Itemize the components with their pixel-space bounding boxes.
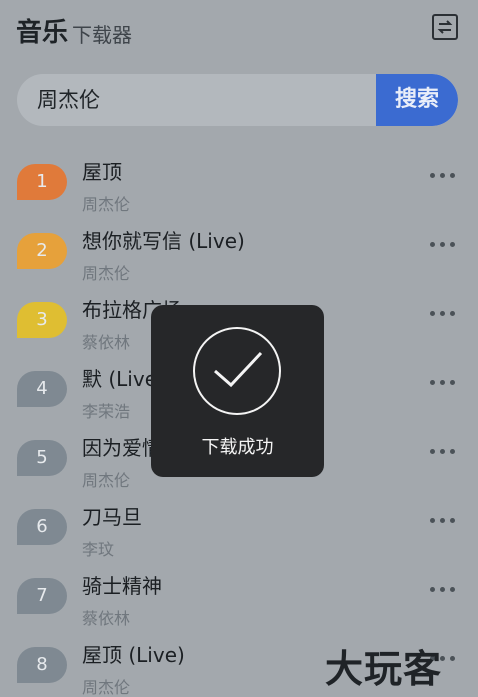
rank-badge: 3 (17, 302, 67, 338)
list-item[interactable]: 7 骑士精神 蔡依林 (0, 554, 478, 628)
more-options-icon[interactable] (430, 587, 456, 595)
header: 音乐 下载器 (0, 0, 478, 60)
search-input[interactable]: 周杰伦 (37, 86, 367, 114)
song-title: 默 (Live (82, 367, 157, 391)
switch-icon (437, 20, 453, 34)
watermark: 大玩客 (325, 647, 443, 691)
rank-badge: 7 (17, 578, 67, 614)
app-screen: 音乐 下载器 周杰伦 搜索 1 屋顶 周杰伦 2 想你就写信 (Live) 周杰… (0, 0, 478, 697)
song-artist: 周杰伦 (82, 678, 131, 697)
rank-badge: 4 (17, 371, 67, 407)
more-options-icon[interactable] (430, 449, 456, 457)
rank-badge: 2 (17, 233, 67, 269)
song-title: 骑士精神 (82, 574, 162, 598)
more-options-icon[interactable] (430, 173, 456, 181)
song-title: 屋顶 (Live) (82, 643, 185, 667)
song-title: 因为爱情 (82, 436, 162, 460)
song-title: 屋顶 (82, 160, 122, 184)
download-toast: 下载成功 (151, 305, 324, 477)
search-button[interactable]: 搜索 (376, 74, 458, 126)
switch-button[interactable] (432, 14, 458, 40)
more-options-icon[interactable] (430, 311, 456, 319)
list-item[interactable]: 1 屋顶 周杰伦 (0, 140, 478, 214)
list-item[interactable]: 2 想你就写信 (Live) 周杰伦 (0, 209, 478, 283)
toast-message: 下载成功 (201, 437, 274, 458)
check-circle-icon (193, 327, 281, 415)
more-options-icon[interactable] (430, 380, 456, 388)
rank-badge: 1 (17, 164, 67, 200)
rank-badge: 5 (17, 440, 67, 476)
app-subtitle: 下载器 (72, 23, 132, 47)
more-options-icon[interactable] (430, 242, 456, 250)
app-title: 音乐 (16, 18, 69, 48)
rank-badge: 8 (17, 647, 67, 683)
more-options-icon[interactable] (430, 518, 456, 526)
list-item[interactable]: 6 刀马旦 李玟 (0, 485, 478, 559)
song-title: 刀马旦 (82, 505, 142, 529)
rank-badge: 6 (17, 509, 67, 545)
song-title: 想你就写信 (Live) (82, 229, 245, 253)
search-bar: 周杰伦 搜索 (17, 74, 458, 126)
